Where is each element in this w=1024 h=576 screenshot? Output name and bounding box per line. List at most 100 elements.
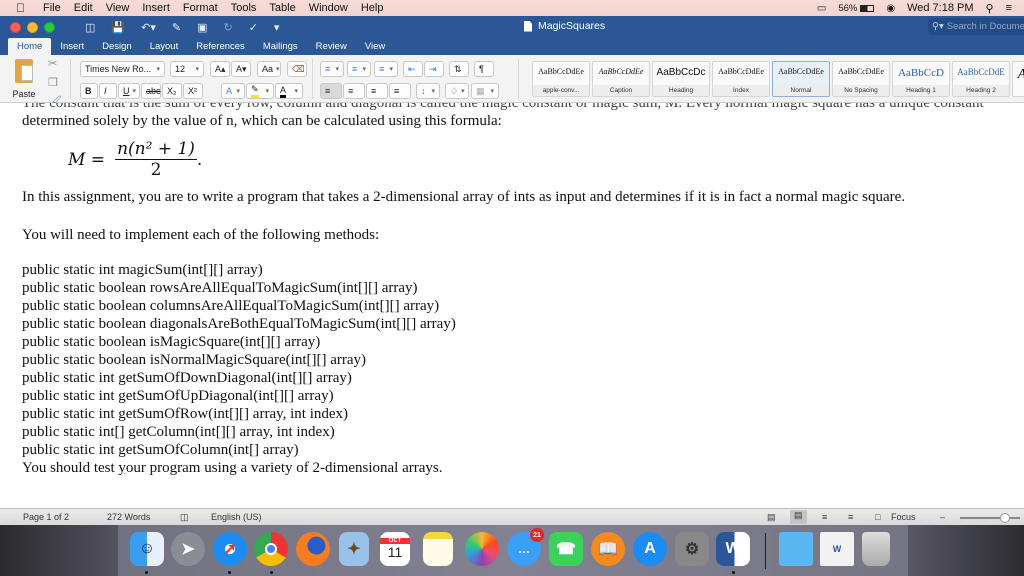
tab-view[interactable]: View — [356, 38, 394, 55]
word-icon[interactable]: W — [716, 532, 750, 566]
downloads-folder-icon[interactable] — [779, 532, 813, 566]
spelling-icon[interactable]: ✓ — [249, 21, 258, 34]
underline-button[interactable]: U — [118, 83, 140, 99]
zoom-button[interactable] — [44, 21, 55, 33]
style-heading-1[interactable]: AaBbCcD Heading 1 — [892, 61, 950, 97]
grow-font-button[interactable]: A▴ — [210, 61, 230, 77]
airplay-icon[interactable]: ▭ — [817, 3, 826, 14]
language[interactable]: English (US) — [211, 512, 262, 522]
menu-insert[interactable]: Insert — [142, 2, 170, 14]
copy-icon[interactable]: ❐ — [48, 76, 62, 89]
facetime-icon[interactable]: ☎ — [549, 532, 583, 566]
outline-view-icon[interactable]: ≡ — [822, 512, 827, 522]
mail-icon[interactable]: ✦ — [339, 532, 369, 566]
save-icon[interactable]: 💾 — [111, 21, 125, 34]
align-center-button[interactable]: ≡ — [343, 83, 365, 99]
app-store-icon[interactable]: A — [633, 532, 667, 566]
text-effects-button[interactable]: A — [221, 83, 245, 99]
bullets-button[interactable]: ≡ — [320, 61, 344, 77]
menu-tools[interactable]: Tools — [231, 2, 257, 14]
finder-icon[interactable]: ☺ — [130, 532, 164, 566]
tab-design[interactable]: Design — [93, 38, 141, 55]
style-normal[interactable]: AaBbCcDdEe Normal — [772, 61, 830, 97]
line-spacing-button[interactable]: ↕ — [416, 83, 440, 99]
trash-icon[interactable] — [862, 532, 890, 566]
word-count[interactable]: 272 Words — [107, 512, 150, 522]
proofing-icon[interactable]: ◫ — [180, 512, 189, 523]
style-caption[interactable]: AaBbCcDdEe Caption — [592, 61, 650, 97]
battery-icon[interactable] — [860, 4, 875, 12]
tab-insert[interactable]: Insert — [51, 38, 93, 55]
increase-indent-button[interactable]: ⇥ — [424, 61, 444, 77]
change-case-button[interactable]: Aa — [257, 61, 281, 77]
borders-button[interactable]: ▦ — [471, 83, 499, 99]
focus-button[interactable]: Focus — [891, 512, 916, 522]
window-icon[interactable]: ▣ — [197, 21, 207, 34]
font-color-button[interactable]: A — [275, 83, 303, 99]
align-right-button[interactable]: ≡ — [366, 83, 388, 99]
web-layout-icon[interactable]: ≡ — [848, 512, 853, 522]
tab-review[interactable]: Review — [307, 38, 356, 55]
ibooks-icon[interactable]: 📖 — [591, 532, 625, 566]
menu-view[interactable]: View — [106, 2, 130, 14]
chrome-icon[interactable] — [254, 532, 288, 566]
minimize-button[interactable] — [27, 21, 38, 33]
shading-button[interactable]: ♢ — [445, 83, 469, 99]
style-heading-2[interactable]: AaBbCcDdE Heading 2 — [952, 61, 1010, 97]
clear-formatting-button[interactable]: ⌫ — [287, 61, 307, 77]
style-index[interactable]: AaBbCcDdEe Index — [712, 61, 770, 97]
clock[interactable]: Wed 7:18 PM — [907, 2, 973, 14]
strikethrough-button[interactable]: abc — [141, 83, 161, 99]
eye-icon[interactable]: ◉ — [886, 3, 895, 14]
spotlight-icon[interactable]: ⚲ — [986, 2, 994, 15]
zoom-slider[interactable] — [960, 513, 1020, 523]
tab-mailings[interactable]: Mailings — [254, 38, 307, 55]
customize-icon[interactable]: ▾ — [274, 21, 280, 34]
paste-button[interactable]: Paste — [8, 59, 40, 99]
photos-icon[interactable] — [465, 532, 499, 566]
show-formatting-button[interactable]: ¶ — [474, 61, 494, 77]
focus-icon[interactable]: □ — [875, 512, 880, 522]
font-name-select[interactable]: Times New Ro... — [80, 61, 165, 77]
subscript-button[interactable]: X₂ — [162, 83, 182, 99]
decrease-indent-button[interactable]: ⇤ — [403, 61, 423, 77]
sidebar-icon[interactable]: ◫ — [85, 21, 95, 34]
superscript-button[interactable]: X² — [183, 83, 203, 99]
notification-center-icon[interactable]: ≡ — [1006, 2, 1012, 14]
undo-icon[interactable]: ↶▾ — [141, 21, 156, 34]
tab-layout[interactable]: Layout — [141, 38, 188, 55]
redo-icon[interactable]: ↻ — [223, 21, 232, 34]
bold-button[interactable]: B — [80, 83, 98, 99]
menu-help[interactable]: Help — [361, 2, 384, 14]
style-more[interactable]: A — [1012, 61, 1024, 97]
sort-button[interactable]: ⇅ — [449, 61, 469, 77]
edit-doc-icon[interactable]: ✎ — [172, 21, 181, 34]
firefox-icon[interactable] — [296, 532, 330, 566]
style-no-spacing[interactable]: AaBbCcDdEe No Spacing — [832, 61, 890, 97]
align-left-button[interactable]: ≡ — [320, 83, 342, 99]
style-heading[interactable]: AaBbCcDc Heading — [652, 61, 710, 97]
menu-format[interactable]: Format — [183, 2, 218, 14]
menu-edit[interactable]: Edit — [74, 2, 93, 14]
highlight-button[interactable]: ✎ — [246, 83, 274, 99]
safari-icon[interactable]: ➚ — [213, 532, 247, 566]
menu-table[interactable]: Table — [269, 2, 295, 14]
font-size-select[interactable]: 12 — [170, 61, 204, 77]
search-document-input[interactable]: ⚲▾ Search in Document — [928, 18, 1024, 35]
numbering-button[interactable]: ≡ — [347, 61, 371, 77]
draft-view-icon[interactable]: ▤ — [767, 512, 776, 523]
document-page[interactable]: The constant that is the sum of every ro… — [0, 103, 1024, 508]
italic-button[interactable]: I — [99, 83, 117, 99]
style-apple-converted[interactable]: AaBbCcDdEe apple-conv... — [532, 61, 590, 97]
recent-document-icon[interactable]: W — [820, 532, 854, 566]
cut-icon[interactable]: ✂ — [48, 57, 62, 70]
tab-home[interactable]: Home — [8, 38, 52, 55]
tab-references[interactable]: References — [187, 38, 254, 55]
print-layout-icon[interactable]: ▤ — [790, 510, 807, 524]
notes-icon[interactable] — [423, 532, 453, 566]
menu-window[interactable]: Window — [309, 2, 348, 14]
calendar-icon[interactable]: OCT 11 — [380, 532, 410, 566]
zoom-out-button[interactable]: – — [940, 512, 945, 522]
launchpad-icon[interactable]: ➤ — [171, 532, 205, 566]
close-button[interactable] — [10, 21, 21, 33]
